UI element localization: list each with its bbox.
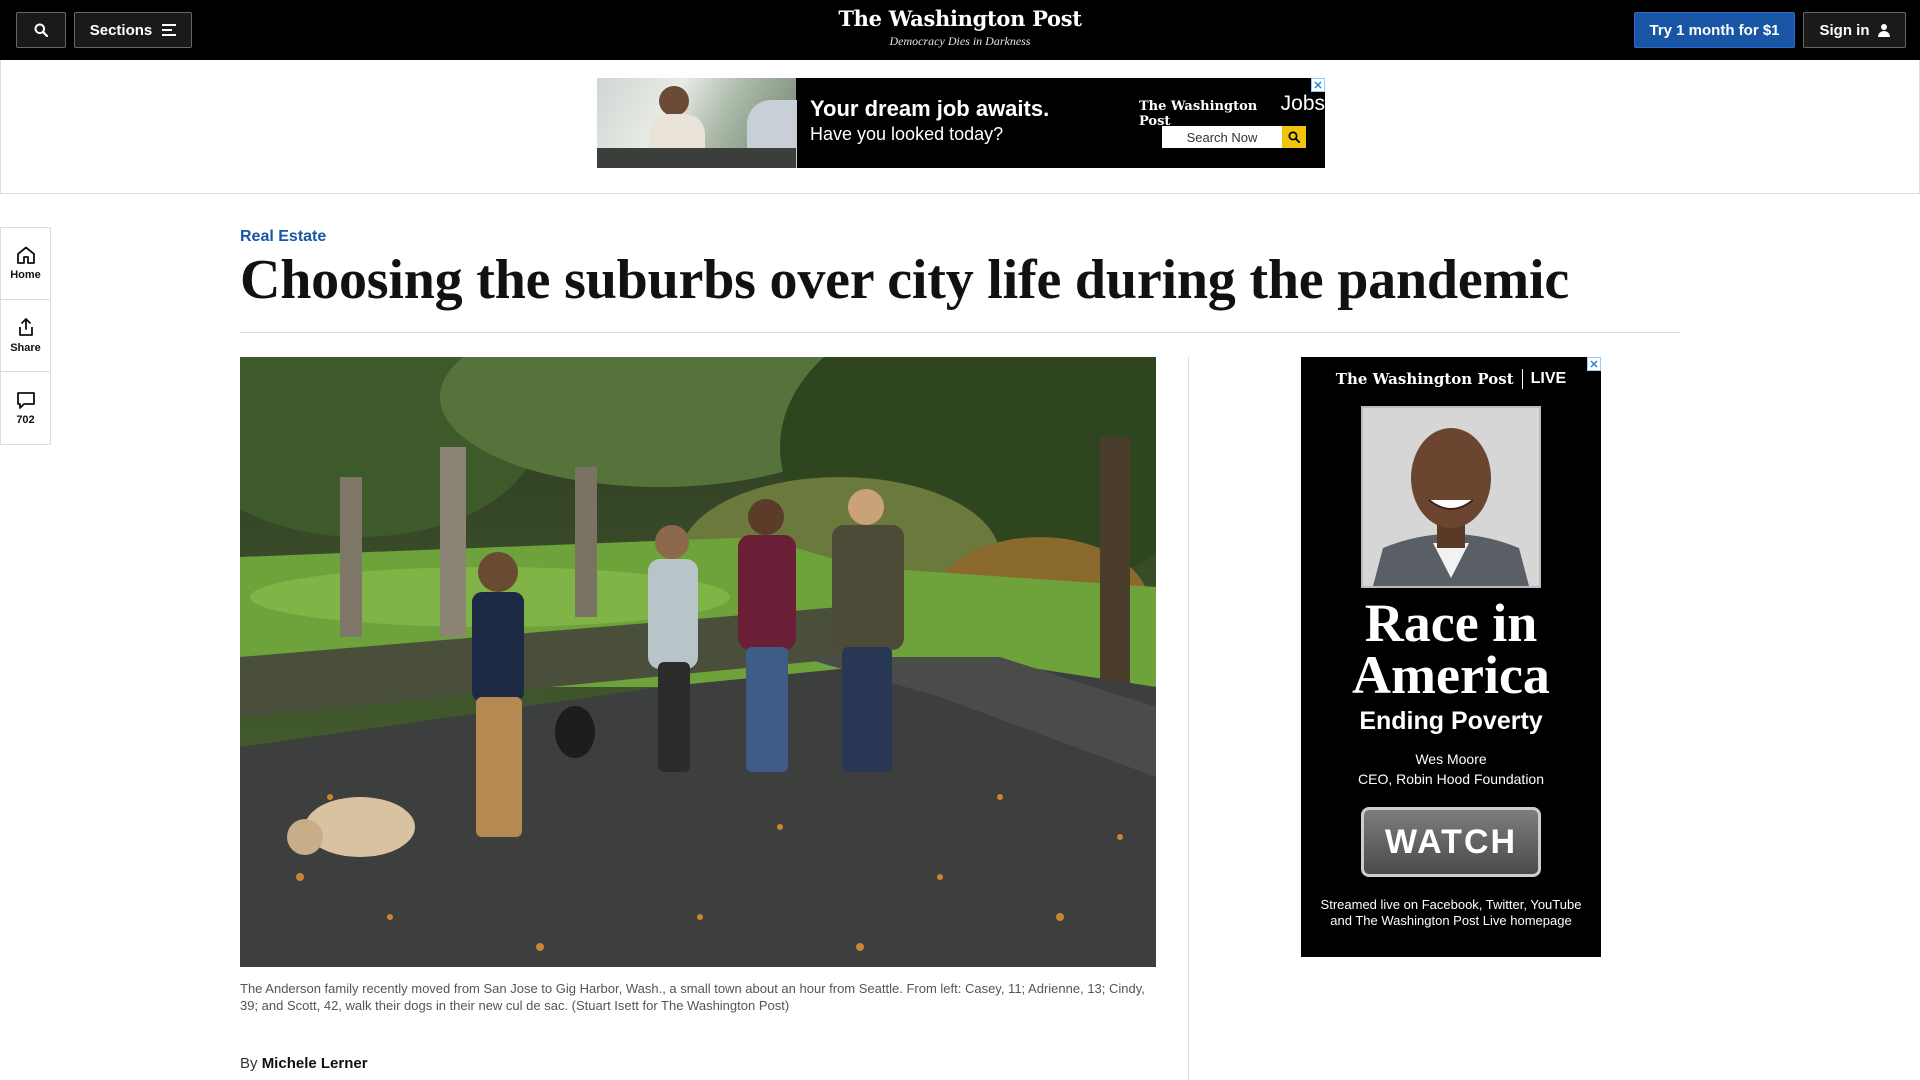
ad-headline: Your dream job awaits. bbox=[810, 96, 1050, 121]
jobs-banner-ad[interactable]: Your dream job awaits. Have you looked t… bbox=[597, 78, 1325, 168]
ad-photo bbox=[597, 78, 797, 168]
column-divider bbox=[1188, 357, 1189, 1080]
site-logo[interactable]: The Washington Post bbox=[0, 6, 1920, 31]
masthead: The Washington Post Democracy Dies in Da… bbox=[0, 6, 1920, 49]
section-kicker-link[interactable]: Real Estate bbox=[240, 228, 326, 246]
comments-count: 702 bbox=[16, 413, 35, 426]
subscribe-button[interactable]: Try 1 month for $1 bbox=[1634, 12, 1795, 48]
ad-title-line2: America bbox=[1352, 645, 1550, 705]
speaker-title: CEO, Robin Hood Foundation bbox=[1358, 771, 1544, 787]
home-label: Home bbox=[10, 269, 41, 281]
live-ad-brand-suffix: LIVE bbox=[1530, 370, 1567, 387]
ad-title-line1: Race in bbox=[1364, 593, 1538, 653]
share-icon bbox=[18, 318, 33, 336]
comments-button[interactable]: 702 bbox=[1, 372, 50, 444]
top-navigation-bar: Sections The Washington Post Democracy D… bbox=[0, 0, 1920, 60]
watch-button[interactable]: WATCH bbox=[1361, 807, 1541, 877]
site-tagline: Democracy Dies in Darkness bbox=[889, 34, 1031, 48]
ad-subhead: Have you looked today? bbox=[810, 124, 1004, 144]
hero-photo[interactable] bbox=[240, 357, 1156, 967]
ad-close-icon[interactable]: ✕ bbox=[1587, 357, 1601, 371]
speaker-info: Wes Moore CEO, Robin Hood Foundation bbox=[1301, 749, 1601, 789]
ad-footer-line1: Streamed live on Facebook, Twitter, YouT… bbox=[1320, 897, 1582, 912]
ad-brand: The Washington Post Jobs bbox=[1139, 92, 1325, 129]
share-button[interactable]: Share bbox=[1, 300, 50, 372]
byline: By Michele Lerner bbox=[240, 1055, 368, 1072]
article-headline: Choosing the suburbs over city life duri… bbox=[240, 249, 1569, 311]
search-icon bbox=[1288, 131, 1300, 143]
sign-in-button[interactable]: Sign in bbox=[1803, 12, 1906, 48]
live-ad-logo: The Washington Post bbox=[1335, 370, 1514, 388]
photo-caption: The Anderson family recently moved from … bbox=[240, 981, 1145, 1013]
washington-post-live-ad[interactable]: The Washington Post LIVE Race in America… bbox=[1301, 357, 1601, 957]
ad-title: Race in America bbox=[1301, 593, 1601, 705]
speaker-portrait bbox=[1361, 406, 1541, 588]
ad-search-button[interactable] bbox=[1282, 126, 1306, 148]
top-ad-band: Your dream job awaits. Have you looked t… bbox=[0, 60, 1920, 194]
ad-footer-line2: and The Washington Post Live homepage bbox=[1330, 913, 1572, 928]
comment-icon bbox=[16, 391, 35, 409]
home-button[interactable]: Home bbox=[1, 228, 50, 300]
ad-footer-text: Streamed live on Facebook, Twitter, YouT… bbox=[1301, 897, 1601, 929]
author-link[interactable]: Michele Lerner bbox=[262, 1055, 368, 1072]
ad-search-field[interactable]: Search Now bbox=[1162, 126, 1282, 148]
ad-subtitle: Ending Poverty bbox=[1359, 707, 1543, 735]
ad-close-icon[interactable]: ✕ bbox=[1311, 78, 1325, 92]
home-icon bbox=[16, 246, 35, 264]
live-ad-brand-separator bbox=[1521, 369, 1523, 389]
headline-divider bbox=[240, 332, 1680, 333]
live-ad-brand: The Washington Post LIVE bbox=[1301, 369, 1601, 389]
sign-in-label: Sign in bbox=[1819, 21, 1870, 39]
ad-brand-logo: The Washington Post bbox=[1139, 99, 1258, 129]
share-label: Share bbox=[10, 342, 41, 354]
ad-brand-suffix: Jobs bbox=[1280, 92, 1325, 115]
speaker-name: Wes Moore bbox=[1415, 751, 1487, 767]
user-icon bbox=[1877, 23, 1890, 37]
article-action-rail: Home Share 702 bbox=[0, 227, 51, 445]
byline-prefix: By bbox=[240, 1055, 258, 1072]
